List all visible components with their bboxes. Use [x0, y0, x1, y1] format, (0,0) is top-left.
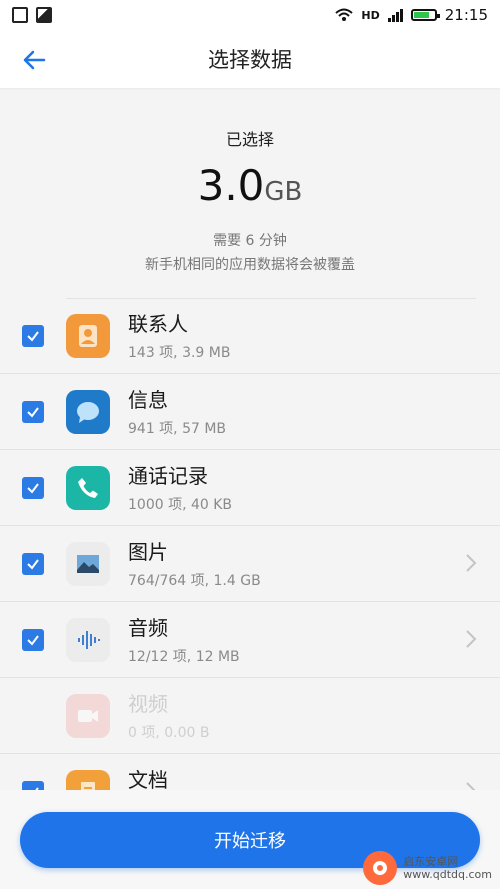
phone-icon: [66, 466, 110, 510]
list-item-call-log[interactable]: 通话记录 1000 项, 40 KB: [0, 450, 500, 526]
list-item-audio[interactable]: 音频 12/12 项, 12 MB: [0, 602, 500, 678]
chevron-right-icon[interactable]: [464, 780, 478, 790]
data-list: 联系人 143 项, 3.9 MB 信息 941 项, 57 MB 通话记录 1…: [0, 298, 500, 790]
time-estimate: 需要 6 分钟: [213, 233, 287, 249]
checkbox-documents[interactable]: [22, 781, 44, 790]
item-name: 信息: [128, 388, 168, 412]
status-time: 21:15: [444, 6, 488, 24]
page-title: 选择数据: [208, 48, 292, 72]
video-icon: [66, 694, 110, 738]
check-icon: [27, 559, 39, 570]
list-item-contacts[interactable]: 联系人 143 项, 3.9 MB: [0, 298, 500, 374]
checkbox-photos[interactable]: [22, 553, 44, 575]
image-icon: [36, 7, 52, 23]
item-name: 通话记录: [128, 464, 208, 488]
message-icon: [66, 390, 110, 434]
hd-icon: HD: [361, 8, 380, 22]
status-left: [12, 7, 52, 23]
item-meta: 764/764 项, 1.4 GB: [128, 573, 261, 589]
selected-label: 已选择: [225, 130, 274, 149]
item-name: 文档: [128, 768, 168, 790]
status-bar: HD 21:15: [0, 0, 500, 30]
checkbox-call-log[interactable]: [22, 477, 44, 499]
check-icon: [27, 635, 39, 646]
title-bar: 选择数据: [0, 30, 500, 88]
watermark: 启东安卓网 www.qdtdq.com: [363, 851, 492, 885]
battery-icon: [410, 9, 440, 21]
contacts-icon: [66, 314, 110, 358]
list-item-messages[interactable]: 信息 941 项, 57 MB: [0, 374, 500, 450]
item-name: 图片: [128, 540, 168, 564]
size-value: 3.0: [197, 161, 265, 210]
document-icon: [66, 770, 110, 790]
item-meta: 941 项, 57 MB: [128, 421, 227, 437]
bottom-bar: 开始迁移 启东安卓网 www.qdtdq.com: [0, 790, 500, 889]
checkbox-audio[interactable]: [22, 629, 44, 651]
item-name: 视频: [128, 692, 168, 716]
item-meta: 143 项, 3.9 MB: [128, 345, 231, 361]
overwrite-note: 新手机相同的应用数据将会被覆盖: [145, 257, 355, 273]
item-meta: 1000 项, 40 KB: [128, 497, 233, 513]
photo-icon: [66, 542, 110, 586]
item-name: 音频: [128, 616, 168, 640]
check-icon: [27, 483, 39, 494]
signal-icon: [387, 8, 403, 22]
status-right: HD 21:15: [335, 6, 488, 24]
selection-summary: 已选择 3.0GB 需要 6 分钟 新手机相同的应用数据将会被覆盖: [0, 118, 500, 274]
item-name: 联系人: [128, 312, 188, 336]
checkbox-contacts[interactable]: [22, 325, 44, 347]
selected-size: 3.0GB: [0, 162, 500, 216]
size-unit: GB: [264, 177, 303, 207]
audio-icon: [66, 618, 110, 662]
watermark-logo-icon: [363, 851, 398, 885]
list-item-documents[interactable]: 文档: [0, 754, 500, 790]
item-meta: 12/12 项, 12 MB: [128, 649, 240, 665]
check-icon: [27, 407, 39, 418]
check-icon: [27, 331, 39, 342]
watermark-text: 启东安卓网 www.qdtdq.com: [403, 855, 492, 881]
chevron-right-icon[interactable]: [464, 552, 478, 574]
checkbox-messages[interactable]: [22, 401, 44, 423]
notification-icon: [12, 7, 28, 23]
chevron-right-icon[interactable]: [464, 628, 478, 650]
item-meta: 0 项, 0.00 B: [128, 725, 210, 741]
list-item-video: 视频 0 项, 0.00 B: [0, 678, 500, 754]
arrow-left-icon[interactable]: [18, 44, 50, 76]
wifi-icon: [335, 8, 354, 21]
list-item-photos[interactable]: 图片 764/764 项, 1.4 GB: [0, 526, 500, 602]
